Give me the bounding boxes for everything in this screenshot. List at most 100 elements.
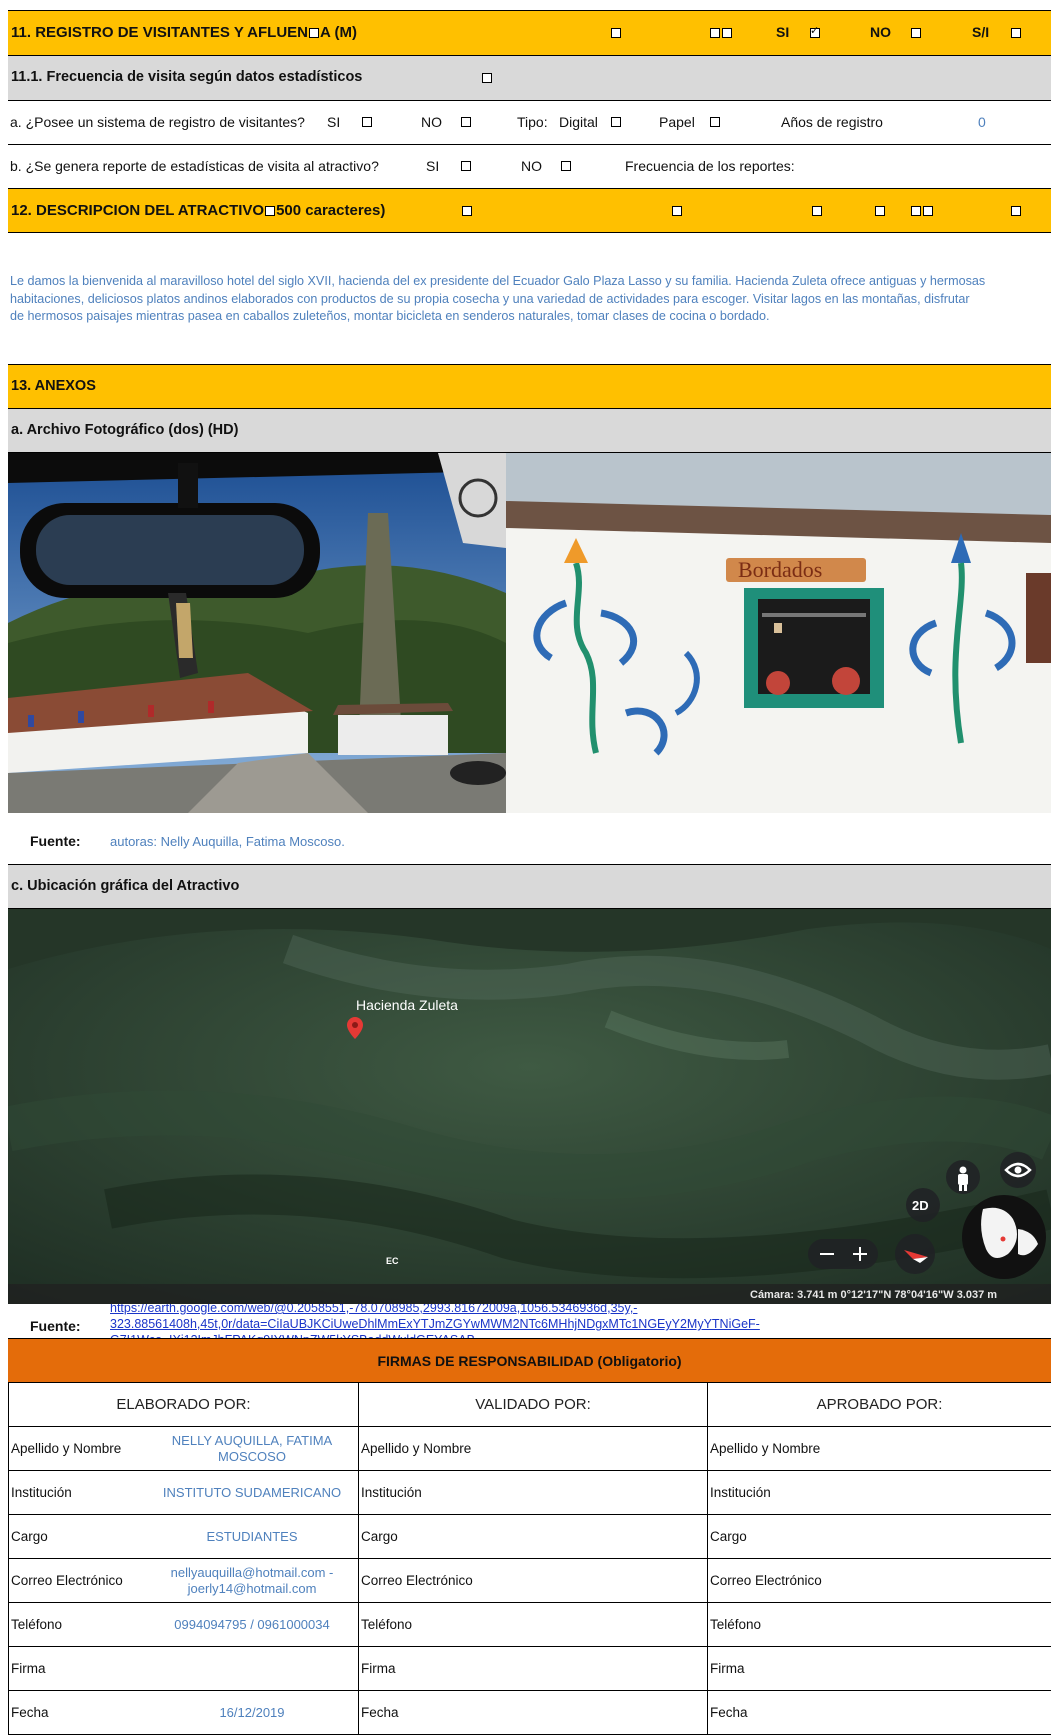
signature-row: Teléfono0994094795 / 0961000034TeléfonoT… bbox=[9, 1603, 1051, 1647]
field-label: Teléfono bbox=[710, 1617, 761, 1632]
signature-row: Correo Electróniconellyauquilla@hotmail.… bbox=[9, 1559, 1051, 1603]
question-a-si-checkbox[interactable] bbox=[362, 117, 372, 127]
question-a-row: a. ¿Posee un sistema de registro de visi… bbox=[8, 100, 1051, 144]
photo-archive-title: a. Archivo Fotográfico (dos) (HD) bbox=[11, 422, 238, 438]
validado-cell[interactable]: Firma bbox=[359, 1647, 708, 1691]
field-label: Correo Electrónico bbox=[11, 1573, 123, 1588]
question-a-si-label: SI bbox=[327, 114, 340, 130]
photo-bordados-house: Bordados bbox=[506, 453, 1051, 813]
checkbox[interactable] bbox=[482, 73, 492, 83]
sn-checkbox[interactable] bbox=[1011, 28, 1021, 38]
si-checkbox-checked[interactable] bbox=[810, 28, 820, 38]
papel-checkbox[interactable] bbox=[710, 117, 720, 127]
checkbox[interactable] bbox=[309, 28, 319, 38]
question-b-no-checkbox[interactable] bbox=[561, 161, 571, 171]
section-13-header: 13. ANEXOS bbox=[8, 364, 1051, 408]
section-12-title: 12. DESCRIPCION DEL ATRACTIVO500 caracte… bbox=[11, 202, 385, 219]
checkbox[interactable] bbox=[710, 28, 720, 38]
checkbox[interactable] bbox=[462, 206, 472, 216]
checkbox[interactable] bbox=[265, 206, 275, 216]
aprobado-cell[interactable]: Correo Electrónico bbox=[708, 1559, 1051, 1603]
map-link-line[interactable]: https://earth.google.com/web/@0.2058551,… bbox=[110, 1304, 760, 1316]
question-b-si-label: SI bbox=[426, 158, 439, 174]
field-label: Firma bbox=[710, 1661, 745, 1676]
question-a-no-checkbox[interactable] bbox=[461, 117, 471, 127]
toggle-2d-button[interactable]: 2D bbox=[906, 1188, 940, 1222]
aprobado-cell[interactable]: Firma bbox=[708, 1647, 1051, 1691]
aprobado-cell[interactable]: Cargo bbox=[708, 1515, 1051, 1559]
validado-cell[interactable]: Cargo bbox=[359, 1515, 708, 1559]
checkbox[interactable] bbox=[911, 206, 921, 216]
validado-cell[interactable]: Correo Electrónico bbox=[359, 1559, 708, 1603]
globe-icon[interactable] bbox=[962, 1195, 1046, 1279]
validado-cell[interactable]: Teléfono bbox=[359, 1603, 708, 1647]
photo-car-mirror bbox=[8, 453, 506, 813]
description-line: de hermosos paisajes mientras pasea en c… bbox=[10, 308, 1051, 326]
no-checkbox[interactable] bbox=[911, 28, 921, 38]
compass-icon[interactable] bbox=[895, 1234, 935, 1274]
question-b-label: b. ¿Se genera reporte de estadísticas de… bbox=[10, 158, 379, 174]
map-link-line[interactable]: 323.88561408h,45t,0r/data=CiIaUBJKCiUweD… bbox=[110, 1316, 760, 1332]
map-ec-label: EC bbox=[386, 1256, 399, 1266]
field-value: NELLY AUQUILLA, FATIMA MOSCOSO bbox=[147, 1433, 357, 1465]
signature-row: InstituciónINSTITUTO SUDAMERICANOInstitu… bbox=[9, 1471, 1051, 1515]
checkbox[interactable] bbox=[875, 206, 885, 216]
checkbox[interactable] bbox=[611, 28, 621, 38]
elaborado-cell[interactable]: Firma bbox=[9, 1647, 359, 1691]
bordados-sign-text: Bordados bbox=[738, 557, 822, 582]
field-label: Teléfono bbox=[11, 1617, 62, 1632]
field-label: Institución bbox=[361, 1485, 422, 1500]
validado-cell[interactable]: Apellido y Nombre bbox=[359, 1427, 708, 1471]
field-label: Fecha bbox=[361, 1705, 399, 1720]
checkbox[interactable] bbox=[672, 206, 682, 216]
satellite-map[interactable]: Hacienda Zuleta EC bbox=[8, 909, 1051, 1304]
map-status-bar: Cámara: 3.741 m 0°12'17"N 78°04'16"W 3.0… bbox=[750, 1289, 997, 1301]
section-11-header: 11. REGISTRO DE VISITANTES Y AFLUENA (M)… bbox=[8, 10, 1051, 55]
anios-value: 0 bbox=[978, 114, 986, 130]
section-11-title: 11. REGISTRO DE VISITANTES Y AFLUENA (M) bbox=[11, 24, 357, 41]
col-validado: VALIDADO POR: bbox=[359, 1383, 708, 1427]
elaborado-cell[interactable]: Apellido y NombreNELLY AUQUILLA, FATIMA … bbox=[9, 1427, 359, 1471]
subsection-11-1-title: 11.1. Frecuencia de visita según datos e… bbox=[11, 69, 362, 85]
signatures-header: FIRMAS DE RESPONSABILIDAD (Obligatorio) bbox=[8, 1338, 1051, 1382]
section-13-title: 13. ANEXOS bbox=[11, 378, 96, 394]
field-label: Apellido y Nombre bbox=[361, 1441, 471, 1456]
question-b-si-checkbox[interactable] bbox=[461, 161, 471, 171]
question-a-no-label: NO bbox=[421, 114, 442, 130]
subsection-11-1-header: 11.1. Frecuencia de visita según datos e… bbox=[8, 55, 1051, 100]
elaborado-cell[interactable]: Teléfono0994094795 / 0961000034 bbox=[9, 1603, 359, 1647]
toggle-2d-label: 2D bbox=[912, 1198, 929, 1213]
validado-cell[interactable]: Fecha bbox=[359, 1691, 708, 1735]
aprobado-cell[interactable]: Institución bbox=[708, 1471, 1051, 1515]
elaborado-cell[interactable]: Correo Electróniconellyauquilla@hotmail.… bbox=[9, 1559, 359, 1603]
aprobado-cell[interactable]: Teléfono bbox=[708, 1603, 1051, 1647]
map-place-label: Hacienda Zuleta bbox=[356, 997, 458, 1013]
validado-cell[interactable]: Institución bbox=[359, 1471, 708, 1515]
street-view-icon[interactable] bbox=[946, 1160, 980, 1194]
elaborado-cell[interactable]: CargoESTUDIANTES bbox=[9, 1515, 359, 1559]
checkbox[interactable] bbox=[812, 206, 822, 216]
col-elaborado: ELABORADO POR: bbox=[9, 1383, 359, 1427]
zoom-controls[interactable] bbox=[808, 1239, 878, 1269]
checkbox[interactable] bbox=[923, 206, 933, 216]
zoom-out-icon[interactable] bbox=[820, 1253, 834, 1255]
field-label: Apellido y Nombre bbox=[710, 1441, 820, 1456]
digital-checkbox[interactable] bbox=[611, 117, 621, 127]
papel-label: Papel bbox=[659, 114, 695, 130]
aprobado-cell[interactable]: Apellido y Nombre bbox=[708, 1427, 1051, 1471]
locate-icon[interactable] bbox=[1000, 1152, 1036, 1188]
elaborado-cell[interactable]: Fecha16/12/2019 bbox=[9, 1691, 359, 1735]
photo-source-row: Fuente: autoras: Nelly Auquilla, Fatima … bbox=[8, 820, 1051, 864]
map-source-label: Fuente: bbox=[30, 1318, 81, 1334]
checkbox[interactable] bbox=[722, 28, 732, 38]
field-label: Correo Electrónico bbox=[710, 1573, 822, 1588]
signatures-head-row: ELABORADO POR: VALIDADO POR: APROBADO PO… bbox=[9, 1383, 1051, 1427]
field-value: INSTITUTO SUDAMERICANO bbox=[147, 1485, 357, 1501]
elaborado-cell[interactable]: Institución INSTITUTO SUDAMERICANO bbox=[9, 1471, 359, 1515]
aprobado-cell[interactable]: Fecha bbox=[708, 1691, 1051, 1735]
checkbox[interactable] bbox=[1011, 206, 1021, 216]
field-label: Institución bbox=[11, 1485, 72, 1500]
description-line: Le damos la bienvenida al maravilloso ho… bbox=[10, 273, 1051, 291]
field-value: ESTUDIANTES bbox=[147, 1529, 357, 1545]
field-label: Fecha bbox=[710, 1705, 748, 1720]
